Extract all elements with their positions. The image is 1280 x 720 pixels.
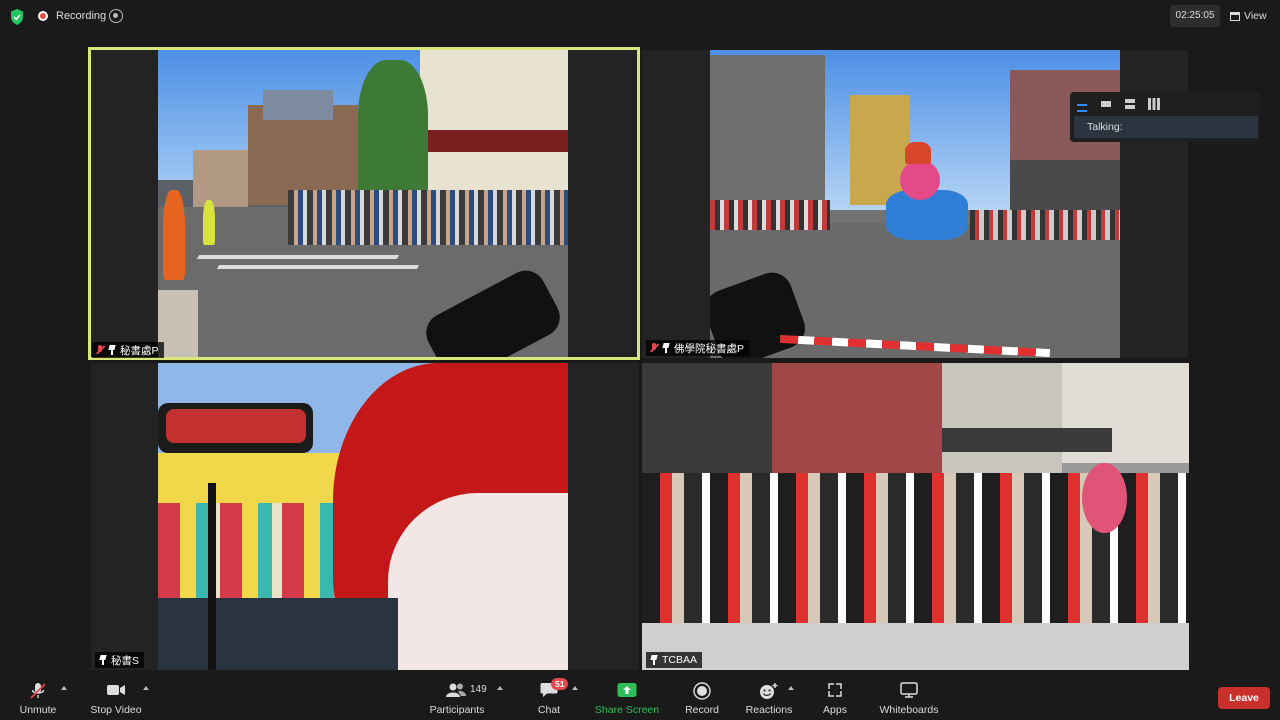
stop-video-button[interactable]: Stop Video [86,676,146,718]
pin-icon [662,343,670,353]
video-feed-parade-float [710,50,1120,358]
meeting-toolbar: Unmute Stop Video Participants 149 Chat … [0,672,1280,720]
share-screen-button[interactable]: Share Screen [594,676,660,718]
apps-icon [828,683,842,697]
talking-indicator: Talking: [1074,116,1258,138]
meeting-top-bar: Recording 02:25:05 View [0,0,1280,34]
video-camera-icon [107,685,125,695]
participant-name: 秘書S [111,654,140,667]
reactions-options-caret[interactable] [788,686,794,690]
audio-options-caret[interactable] [61,686,67,690]
participant-name-tag: 秘書處P [92,342,164,358]
meeting-timer: 02:25:05 [1170,5,1220,27]
recording-indicator-icon [38,11,48,21]
security-shield-icon[interactable] [10,9,24,25]
stop-video-label: Stop Video [90,704,142,716]
recording-control-icon[interactable] [109,9,123,23]
speaker-view-panel: Talking: [1070,92,1260,142]
video-feed-street-parade [158,50,568,357]
video-options-caret[interactable] [143,686,149,690]
minimize-view-button[interactable] [1074,95,1090,113]
participant-name: 秘書處P [120,344,159,357]
reactions-smiley-icon [760,683,778,699]
recording-label: Recording [56,10,107,22]
apps-label: Apps [823,704,847,716]
reactions-label: Reactions [745,704,793,716]
participants-icon [446,683,466,697]
view-layout-icon [1230,11,1240,21]
participant-name: TCBAA [662,654,698,666]
participants-options-caret[interactable] [497,686,503,690]
video-feed-car-window [158,363,568,670]
mic-muted-icon [96,345,104,355]
record-button[interactable]: Record [681,676,723,718]
leave-button[interactable]: Leave [1218,687,1270,709]
record-label: Record [685,704,719,716]
video-tile-1[interactable]: 秘書處P [88,47,640,360]
chat-label: Chat [537,704,561,716]
participant-name: 佛學院秘書處P [674,342,745,355]
share-screen-label: Share Screen [594,704,660,716]
pin-icon [99,655,107,665]
share-screen-icon [617,683,637,697]
whiteboards-label: Whiteboards [879,704,939,716]
record-icon [693,682,711,700]
speaker-view-button[interactable] [1098,95,1114,113]
pin-icon [108,345,116,355]
apps-button[interactable]: Apps [817,676,853,718]
video-tile-4[interactable]: TCBAA [642,363,1189,670]
mic-muted-icon [30,683,46,699]
whiteboards-button[interactable]: Whiteboards [876,676,942,718]
reactions-button[interactable]: Reactions [744,676,794,718]
pin-icon [650,655,658,665]
unmute-button[interactable]: Unmute [14,676,62,718]
unmute-label: Unmute [19,704,57,716]
strip-view-button[interactable] [1122,95,1138,113]
participants-count: 149 [470,684,487,695]
view-button[interactable]: View [1230,5,1267,27]
participant-name-tag: 佛學院秘書處P [646,340,750,356]
participant-name-tag: 秘書S [95,652,145,668]
gallery-view-button[interactable] [1146,95,1162,113]
view-button-label: View [1244,10,1267,22]
mic-muted-icon [650,343,658,353]
participants-button[interactable]: Participants [426,676,488,718]
chat-options-caret[interactable] [572,686,578,690]
chat-unread-badge: 51 [551,678,569,690]
video-feed-street-march [642,363,1189,670]
whiteboard-icon [900,682,918,698]
participants-label: Participants [429,704,485,716]
participant-name-tag: TCBAA [646,652,703,668]
video-tile-3[interactable]: 秘書S [91,363,639,670]
